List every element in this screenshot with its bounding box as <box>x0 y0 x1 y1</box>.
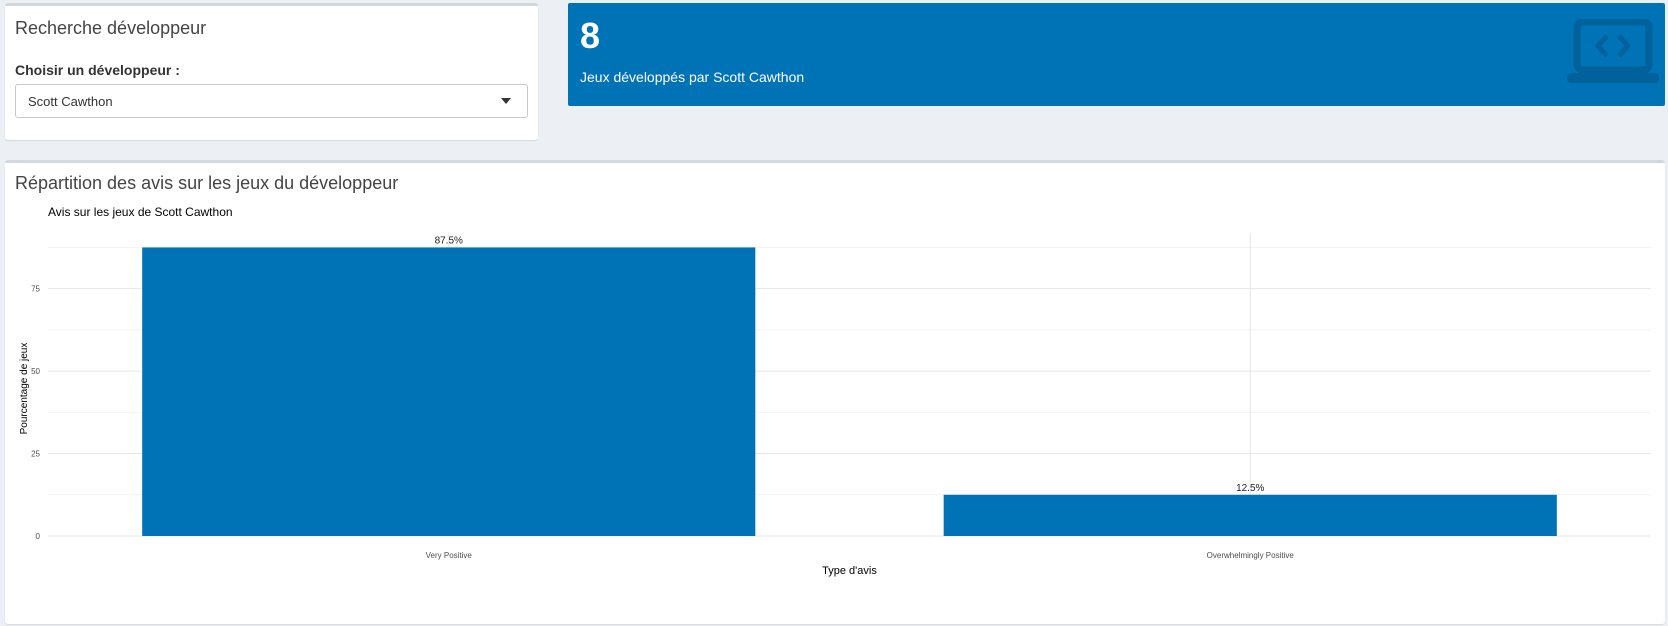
developer-select-value: Scott Cawthon <box>28 94 113 109</box>
bar <box>943 494 1557 536</box>
y-tick-label: 25 <box>31 450 40 459</box>
bar-data-label: 12.5% <box>1236 483 1264 494</box>
x-axis-label: Type d'avis <box>822 565 877 577</box>
games-count-subtitle: Jeux développés par Scott Cawthon <box>580 69 805 85</box>
y-tick-label: 75 <box>31 285 40 294</box>
chevron-down-icon[interactable] <box>501 98 511 104</box>
games-count-value-box: 8 Jeux développés par Scott Cawthon <box>568 3 1665 106</box>
y-axis-label: Pourcentage de jeux <box>19 343 30 435</box>
y-tick-label: 50 <box>31 367 40 376</box>
review-bar-chart: 0 25 50 75 87.5% Very Positive 12.5% Overwhelmi… <box>19 205 1651 577</box>
bar <box>142 247 756 536</box>
bar-data-label: 87.5% <box>435 235 463 246</box>
x-tick-label: Overwhelmingly Positive <box>1207 551 1295 560</box>
developer-select[interactable]: Scott Cawthon <box>15 84 528 118</box>
search-panel-title: Recherche développeur <box>15 18 207 38</box>
laptop-code-icon <box>1567 19 1659 83</box>
x-tick-label: Very Positive <box>426 551 473 560</box>
y-tick-label: 0 <box>36 532 41 541</box>
chart-title: Avis sur les jeux de Scott Cawthon <box>48 205 233 219</box>
developer-select-label: Choisir un développeur : <box>15 62 180 78</box>
games-count-value: 8 <box>580 15 601 56</box>
review-distribution-panel: Répartition des avis sur les jeux du dév… <box>5 160 1665 624</box>
developer-search-panel: Recherche développeur Choisir un dévelop… <box>5 3 538 140</box>
